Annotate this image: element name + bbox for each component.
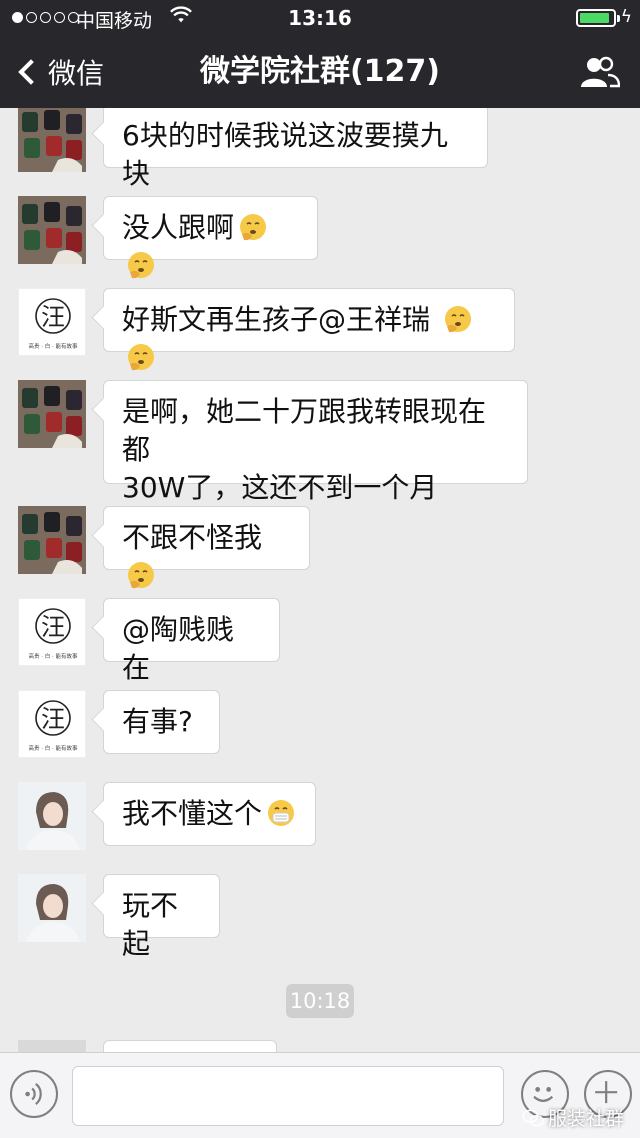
avatar-photo — [18, 874, 86, 942]
avatar[interactable] — [18, 782, 86, 850]
avatar[interactable] — [18, 506, 86, 574]
thinking-emoji-icon — [444, 306, 471, 333]
thinking-emoji-icon — [128, 252, 154, 279]
avatar-wang-logo: 汪 高贵 · 白 · 能有故事 — [29, 700, 78, 752]
status-bar: 中国移动 13:16 ϟ — [0, 0, 640, 36]
message-bubble[interactable]: 玩不起 — [103, 874, 220, 960]
thinking-emoji-icon — [240, 214, 267, 241]
avatar-photo — [18, 506, 86, 574]
avatar-wang-logo: 汪 高贵 · 白 · 能有故事 — [29, 298, 78, 350]
avatar-photo — [18, 782, 86, 850]
message-bubble[interactable]: 是啊，她二十万跟我转眼现在都 30W了，这还不到一个月 — [103, 380, 528, 504]
avatar-photo — [18, 196, 86, 264]
message-row: 6块的时候我说这波要摸九块 — [0, 104, 640, 190]
message-bubble[interactable]: 不跟不怪我 — [103, 506, 310, 589]
battery-level — [580, 13, 609, 23]
message-bubble[interactable]: 我不懂这个 — [103, 782, 316, 846]
message-text: 我不懂这个 — [122, 797, 263, 830]
avatar-wang-logo: 汪 高贵 · 白 · 能有故事 — [29, 608, 78, 660]
message-text: 6块的时候我说这波要摸九块 — [122, 119, 448, 190]
message-bubble[interactable]: 好斯文再生孩子@王祥瑞 — [103, 288, 515, 371]
battery-icon — [576, 9, 620, 27]
svg-text:高贵 · 白 · 能有故事: 高贵 · 白 · 能有故事 — [29, 652, 78, 660]
avatar-photo — [18, 104, 86, 172]
message-text: 没人跟啊 — [122, 211, 235, 244]
message-bubble[interactable]: 6块的时候我说这波要摸九块 — [103, 104, 488, 190]
svg-text:高贵 · 白 · 能有故事: 高贵 · 白 · 能有故事 — [29, 744, 78, 752]
time-divider: 10:18 — [286, 984, 354, 1018]
message-row: 是啊，她二十万跟我转眼现在都 30W了，这还不到一个月 — [0, 380, 640, 504]
voice-button[interactable] — [10, 1070, 58, 1118]
status-time: 13:16 — [288, 6, 352, 30]
message-row: 汪 高贵 · 白 · 能有故事 @陶贱贱 在 — [0, 598, 640, 684]
message-bubble[interactable]: @陶贱贱 在 — [103, 598, 280, 684]
message-text: 好斯文再生孩子@王祥瑞 — [122, 303, 439, 336]
group-members-icon[interactable] — [580, 56, 620, 88]
thinking-emoji-icon — [128, 562, 154, 589]
message-row: 不跟不怪我 — [0, 506, 640, 589]
wechat-chat-screen: 中国移动 13:16 ϟ 微信 微学院社群(127) 6块的时候我说这波要摸九块… — [0, 0, 640, 1138]
chat-title: 微学院社群(127) — [199, 54, 441, 89]
avatar[interactable] — [18, 196, 86, 264]
message-row: 汪 高贵 · 白 · 能有故事 有事? — [0, 690, 640, 758]
avatar[interactable] — [18, 380, 86, 448]
message-row: 没人跟啊 — [0, 196, 640, 279]
message-row: 玩不起 — [0, 874, 640, 960]
message-row: 汪 高贵 · 白 · 能有故事 好斯文再生孩子@王祥瑞 — [0, 288, 640, 371]
message-text: 是啊，她二十万跟我转眼现在都 — [122, 395, 487, 466]
svg-text:汪: 汪 — [41, 705, 65, 733]
message-text: 30W了，这还不到一个月 — [122, 471, 438, 504]
svg-text:汪: 汪 — [41, 303, 65, 331]
message-row: 我不懂这个 — [0, 782, 640, 850]
avatar[interactable]: 汪 高贵 · 白 · 能有故事 — [18, 288, 86, 356]
message-text: @陶贱贱 在 — [122, 613, 235, 684]
charging-icon: ϟ — [620, 7, 632, 27]
message-text: 有事? — [122, 705, 193, 738]
message-text: 玩不起 — [122, 889, 179, 960]
watermark: 服装社群 — [522, 1104, 624, 1131]
message-bubble[interactable]: 没人跟啊 — [103, 196, 318, 279]
wechat-logo-icon — [522, 1109, 544, 1126]
mask-emoji-icon — [268, 800, 295, 826]
message-list[interactable]: 6块的时候我说这波要摸九块 没人跟啊 汪 高贵 · 白 · 能有故事 好斯文再生… — [0, 0, 640, 1138]
watermark-text: 服装社群 — [547, 1108, 624, 1130]
avatar[interactable] — [18, 874, 86, 942]
message-input[interactable] — [72, 1066, 504, 1126]
message-bubble[interactable]: 有事? — [103, 690, 220, 754]
avatar[interactable]: 汪 高贵 · 白 · 能有故事 — [18, 598, 86, 666]
voice-icon — [25, 1083, 42, 1105]
thinking-emoji-icon — [128, 344, 154, 371]
svg-text:汪: 汪 — [41, 613, 65, 641]
svg-text:高贵 · 白 · 能有故事: 高贵 · 白 · 能有故事 — [29, 342, 78, 350]
avatar-photo — [18, 380, 86, 448]
avatar[interactable]: 汪 高贵 · 白 · 能有故事 — [18, 690, 86, 758]
avatar[interactable] — [18, 104, 86, 172]
navigation-bar: 微信 微学院社群(127) — [0, 36, 640, 108]
message-text: 不跟不怪我 — [122, 521, 263, 554]
top-bar: 中国移动 13:16 ϟ 微信 微学院社群(127) — [0, 0, 640, 108]
